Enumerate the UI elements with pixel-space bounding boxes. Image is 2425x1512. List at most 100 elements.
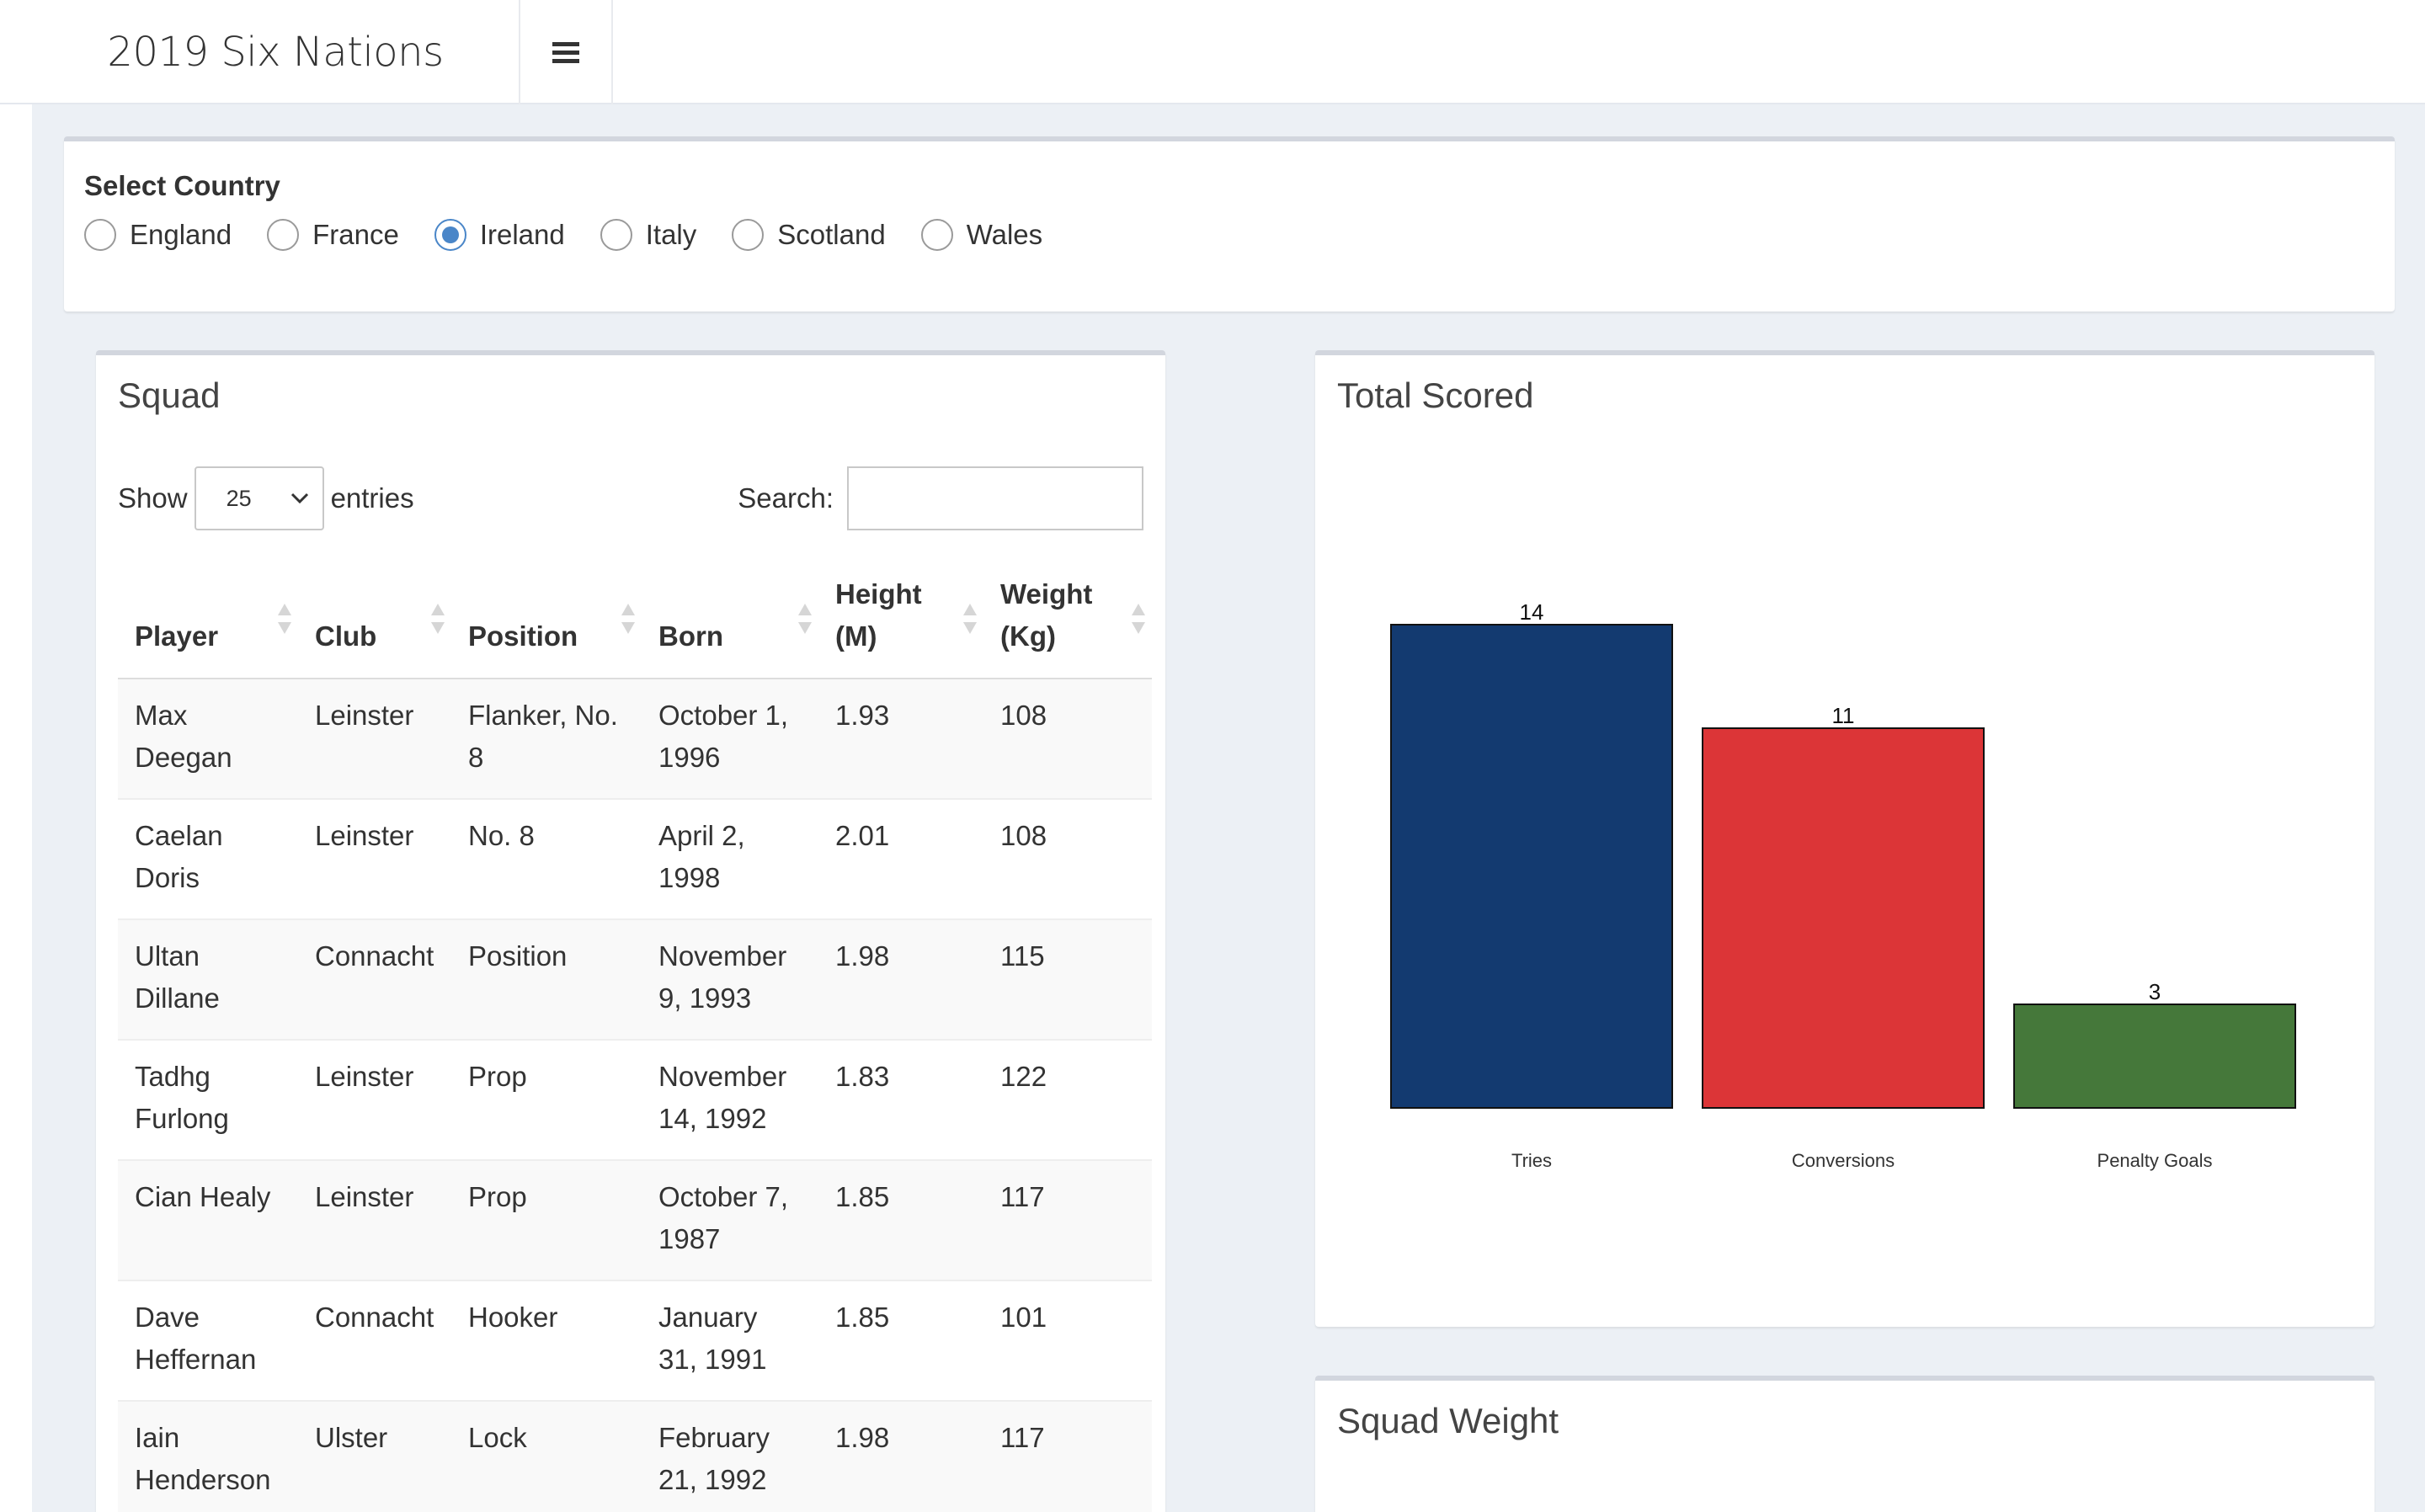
radio-circle-icon[interactable] [600, 219, 632, 251]
country-radio-label: Italy [645, 219, 697, 250]
hamburger-menu-icon [552, 42, 579, 63]
radio-circle-icon[interactable] [84, 219, 116, 251]
app-title[interactable]: 2019 Six Nations [32, 0, 520, 104]
column-header-label: Club [315, 620, 377, 652]
sidebar-toggle-button[interactable] [520, 0, 613, 104]
cell-club: Connacht [298, 918, 451, 1040]
radio-circle-icon[interactable] [267, 219, 300, 251]
cell-born: October 7, 1987 [642, 1159, 818, 1280]
country-radio-scotland[interactable]: Scotland [732, 219, 886, 251]
sort-arrows-icon[interactable] [276, 602, 293, 636]
table-row[interactable]: Dave Heffernan Connacht Hooker January 31, … [118, 1280, 1152, 1401]
cell-born: November 14, 1992 [642, 1039, 818, 1160]
squad-title: Squad [118, 375, 221, 415]
x-tick-label: Penalty Goals [2097, 1150, 2213, 1171]
cell-height: 2.01 [818, 798, 983, 919]
cell-club: Leinster [298, 1159, 451, 1280]
cell-height: 1.85 [818, 1159, 983, 1280]
cell-club: Connacht [298, 1280, 451, 1401]
column-header-label: Player [135, 620, 219, 652]
entries-select[interactable]: 25 [194, 466, 324, 530]
sort-arrows-icon[interactable] [620, 602, 637, 636]
cell-weight: 108 [983, 678, 1152, 799]
country-selector-label: Select Country [84, 170, 280, 201]
cell-position: Flanker, No. 8 [451, 678, 642, 799]
country-selector-box: Select Country England France Ireland Italy… [64, 136, 2395, 311]
cell-player: Max Deegan [118, 678, 298, 799]
cell-height: 1.98 [818, 1400, 983, 1512]
cell-born: April 2, 1998 [642, 798, 818, 919]
cell-born: February 21, 1992 [642, 1400, 818, 1512]
cell-player: Ultan Dillane [118, 918, 298, 1040]
cell-born: January 31, 1991 [642, 1280, 818, 1401]
table-row[interactable]: Cian Healy Leinster Prop October 7, 1987 1.8… [118, 1159, 1152, 1280]
country-radio-italy[interactable]: Italy [600, 219, 697, 251]
table-row[interactable]: Caelan Doris Leinster No. 8 April 2, 1998 2.… [118, 798, 1152, 919]
cell-position: Lock [451, 1400, 642, 1512]
cell-player: Iain Henderson [118, 1400, 298, 1512]
table-row[interactable]: Iain Henderson Ulster Lock February 21, 199… [118, 1400, 1152, 1512]
sort-arrows-icon[interactable] [962, 602, 978, 636]
search-input[interactable] [847, 466, 1143, 530]
country-radio-wales[interactable]: Wales [920, 219, 1042, 251]
entries-select-value: 25 [226, 485, 252, 511]
cell-club: Leinster [298, 798, 451, 919]
entries-label: entries [330, 482, 414, 514]
entries-length-control: Show 25 entries [118, 466, 414, 530]
column-header-height[interactable]: Height (M) [818, 571, 983, 679]
cell-weight: 101 [983, 1280, 1152, 1401]
column-header-label: Born [658, 620, 723, 652]
bar-penalty-goals[interactable] [2013, 1004, 2296, 1109]
country-radio-france[interactable]: France [267, 219, 399, 251]
column-header-born[interactable]: Born [642, 571, 818, 679]
sort-arrows-icon[interactable] [429, 602, 446, 636]
squad-box: Squad Show 25 entries Search: Player Club… [96, 350, 1165, 1512]
bar-value-label: 11 [1832, 703, 1855, 728]
squad-weight-box: Squad Weight [1315, 1376, 2374, 1512]
cell-weight: 117 [983, 1159, 1152, 1280]
column-header-club[interactable]: Club [298, 571, 451, 679]
cell-player: Cian Healy [118, 1159, 298, 1280]
radio-circle-icon[interactable] [920, 219, 953, 251]
total-scored-box: Total Scored 14 Tries 11 Conversions 3 Penalt… [1315, 350, 2374, 1327]
cell-weight: 122 [983, 1039, 1152, 1160]
cell-position: Hooker [451, 1280, 642, 1401]
cell-position: Position [451, 918, 642, 1040]
table-body: Max Deegan Leinster Flanker, No. 8 October … [118, 678, 1152, 1512]
table-row[interactable]: Ultan Dillane Connacht Position November 9,… [118, 918, 1152, 1040]
country-radio-ireland[interactable]: Ireland [434, 219, 565, 251]
cell-weight: 117 [983, 1400, 1152, 1512]
cell-player: Dave Heffernan [118, 1280, 298, 1401]
column-header-label: (Kg) [1000, 620, 1056, 652]
table-row[interactable]: Tadhg Furlong Leinster Prop November 14, 19… [118, 1039, 1152, 1160]
column-header-label: Height [835, 578, 922, 610]
squad-weight-chart-axis [1315, 1381, 2374, 1512]
radio-circle-icon[interactable] [732, 219, 765, 251]
country-radio-label: France [312, 219, 399, 250]
cell-height: 1.98 [818, 918, 983, 1040]
table-row[interactable]: Max Deegan Leinster Flanker, No. 8 October … [118, 678, 1152, 799]
cell-player: Caelan Doris [118, 798, 298, 919]
page: 2019 Six Nations Select Country England F… [0, 0, 2425, 1512]
column-header-label: (M) [835, 620, 877, 652]
chevron-down-icon [290, 492, 308, 504]
column-header-player[interactable]: Player [118, 571, 298, 679]
country-radio-england[interactable]: England [84, 219, 232, 251]
radio-circle-icon[interactable] [434, 219, 466, 251]
bar-tries[interactable] [1390, 624, 1673, 1109]
column-header-position[interactable]: Position [451, 571, 642, 679]
x-tick-label: Tries [1511, 1150, 1552, 1171]
column-header-weight[interactable]: Weight (Kg) [983, 571, 1152, 679]
bar-conversions[interactable] [1702, 727, 1985, 1109]
show-label: Show [118, 482, 188, 514]
country-radio-label: Ireland [479, 219, 565, 250]
cell-player: Tadhg Furlong [118, 1039, 298, 1160]
sort-arrows-icon[interactable] [1130, 602, 1147, 636]
column-header-label: Position [468, 620, 578, 652]
cell-height: 1.93 [818, 678, 983, 799]
content-wrapper: Select Country England France Ireland Italy… [32, 104, 2425, 1512]
cell-position: No. 8 [451, 798, 642, 919]
cell-weight: 108 [983, 798, 1152, 919]
sort-arrows-icon[interactable] [797, 602, 813, 636]
search-label: Search: [738, 482, 834, 514]
